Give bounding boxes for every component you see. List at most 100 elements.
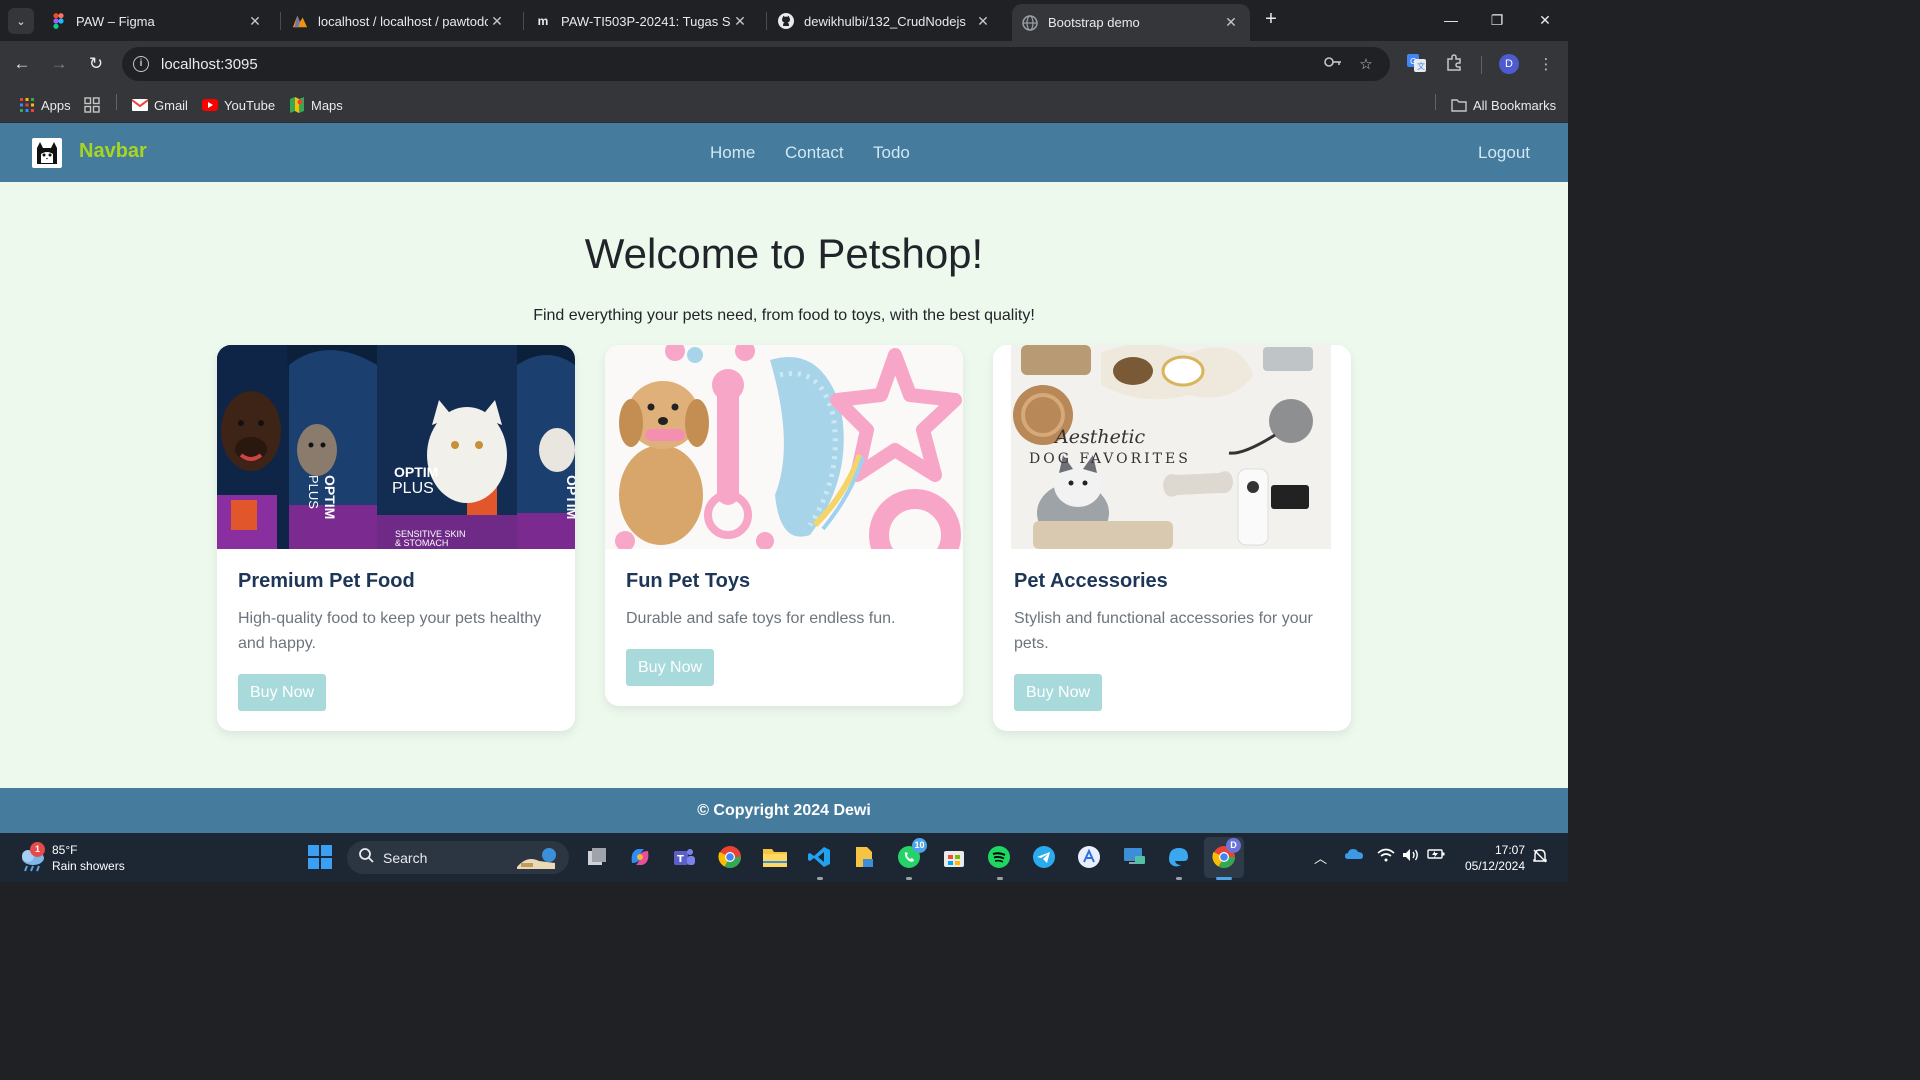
onedrive-icon[interactable] [1345,848,1363,863]
product-card-accessories: Aesthetic DOG FAVORITES Pet Accessories … [993,345,1351,731]
windows-start-icon[interactable] [308,845,332,869]
whatsapp-icon[interactable]: 10 [896,838,927,870]
close-tab-icon[interactable]: ✕ [974,13,992,30]
youtube-icon [202,97,218,113]
site-navbar: Navbar Home Contact Todo Logout [0,123,1568,182]
svg-text:G: G [1410,57,1416,66]
microsoft-store-icon[interactable] [941,844,967,870]
edge-dev-icon[interactable] [1165,844,1191,870]
remote-desktop-icon[interactable] [1121,844,1147,870]
bookmark-star-icon[interactable]: ☆ [1356,55,1376,73]
maps-icon [289,97,305,113]
minimize-icon[interactable]: — [1428,8,1474,32]
search-label: Search [383,849,428,866]
close-tab-icon[interactable]: ✕ [488,13,506,30]
svg-text:文: 文 [1417,61,1425,71]
tab-title: localhost / localhost / pawtodo [318,13,488,29]
close-tab-icon[interactable]: ✕ [246,13,264,30]
navbar-brand[interactable]: Navbar [79,140,147,163]
tab-phpmyadmin[interactable]: localhost / localhost / pawtodo ✕ [282,6,516,36]
nav-link-contact[interactable]: Contact [785,143,844,163]
active-indicator [1216,877,1232,880]
spotify-icon[interactable] [986,844,1012,870]
site-footer: © Copyright 2024 Dewi [0,788,1568,833]
tab-moodle[interactable]: m PAW-TI503P-20241: Tugas Styling ✕ [525,6,759,36]
close-window-icon[interactable]: ✕ [1522,8,1568,32]
toolbar-divider [1481,56,1482,74]
battery-icon[interactable] [1427,848,1445,863]
whatsapp-badge: 10 [912,838,927,853]
weather-alert-badge: 1 [30,842,45,857]
taskbar-search[interactable]: Search [347,841,569,874]
bookmark-gmail[interactable]: Gmail [132,95,188,115]
buy-now-button[interactable]: Buy Now [238,674,327,711]
back-arrow-icon[interactable]: ← [11,53,33,75]
bookmark-youtube[interactable]: YouTube [202,95,275,115]
card-title: Premium Pet Food [238,570,415,592]
folder-icon [1451,97,1467,113]
svg-text:OPTIM: OPTIM [394,464,438,480]
cat-logo-icon[interactable] [32,138,62,168]
windows-taskbar: 1 85°F Rain showers Search T 10 D ︿ 17:0… [0,833,1568,882]
clock-time: 17:07 [1494,843,1525,857]
kebab-menu-icon[interactable]: ⋮ [1535,54,1557,76]
task-view-icon[interactable] [584,844,610,870]
buy-now-button[interactable]: Buy Now [1014,674,1103,711]
tab-divider [280,12,281,30]
chrome-profile-icon[interactable]: D [1211,838,1241,870]
tab-divider [523,12,524,30]
gmail-icon [132,97,148,113]
weather-temperature: 85°F [52,843,78,857]
file-explorer-icon[interactable] [762,844,788,870]
reload-icon[interactable]: ↻ [85,53,107,75]
telegram-icon[interactable] [1031,844,1057,870]
notification-bell-icon[interactable] [1532,848,1548,867]
running-indicator [997,877,1003,880]
svg-text:Aesthetic: Aesthetic [1053,426,1146,448]
buy-now-button[interactable]: Buy Now [626,649,715,686]
close-tab-icon[interactable]: ✕ [731,13,749,30]
vscode-icon[interactable] [806,844,832,870]
new-tab-plus-icon[interactable]: + [1260,9,1282,31]
card-title: Fun Pet Toys [626,570,751,592]
rain-cloud-icon: 1 [18,842,46,872]
password-key-icon[interactable] [1323,55,1343,73]
chrome-icon[interactable] [717,844,743,870]
nav-link-todo[interactable]: Todo [873,143,910,163]
bookmark-apps[interactable]: Apps [19,95,71,115]
sticky-file-icon[interactable] [851,844,877,870]
address-url[interactable]: localhost:3095 [161,56,258,73]
tab-figma[interactable]: PAW – Figma ✕ [40,6,274,36]
taskbar-clock[interactable]: 17:07 05/12/2024 [1455,842,1525,874]
extensions-puzzle-icon[interactable] [1443,54,1465,76]
globe-icon [1022,14,1038,31]
app-store-icon[interactable] [1076,844,1102,870]
google-translate-icon[interactable]: G文 [1406,54,1428,76]
nav-link-home[interactable]: Home [710,143,755,163]
tab-groups-icon[interactable] [84,95,106,115]
all-bookmarks[interactable]: All Bookmarks [1451,95,1556,115]
wifi-icon[interactable] [1377,848,1395,865]
teams-icon[interactable]: T [671,844,697,870]
card-text: High-quality food to keep your pets heal… [238,610,542,652]
tab-search-chevron-icon[interactable]: ⌄ [8,8,34,34]
svg-text:PLUS: PLUS [306,475,321,509]
logout-link[interactable]: Logout [1478,143,1530,163]
close-tab-icon[interactable]: ✕ [1222,14,1240,31]
tab-github[interactable]: dewikhulbi/132_CrudNodejs ✕ [768,6,1002,36]
page-subtitle: Find everything your pets need, from foo… [533,307,1035,324]
bookmark-maps[interactable]: Maps [289,95,343,115]
running-indicator [817,877,823,880]
tray-overflow-chevron-icon[interactable]: ︿ [1314,848,1327,867]
restore-icon[interactable]: ❐ [1474,8,1520,32]
volume-icon[interactable] [1402,848,1420,865]
pet-food-image: OPTIM PLUS OPTIM OPTIM PLUS SENSITIVE SK… [217,345,575,549]
weather-widget[interactable]: 1 85°F Rain showers [18,840,125,876]
copilot-icon[interactable] [627,844,653,870]
profile-avatar[interactable]: D [1499,54,1519,74]
address-bar[interactable]: i localhost:3095 ☆ [122,47,1390,81]
product-card-toys: Fun Pet Toys Durable and safe toys for e… [605,345,963,706]
tab-bootstrap-demo[interactable]: Bootstrap demo ✕ [1012,4,1250,41]
forward-arrow-icon[interactable]: → [48,53,70,75]
site-info-icon[interactable]: i [133,56,149,72]
